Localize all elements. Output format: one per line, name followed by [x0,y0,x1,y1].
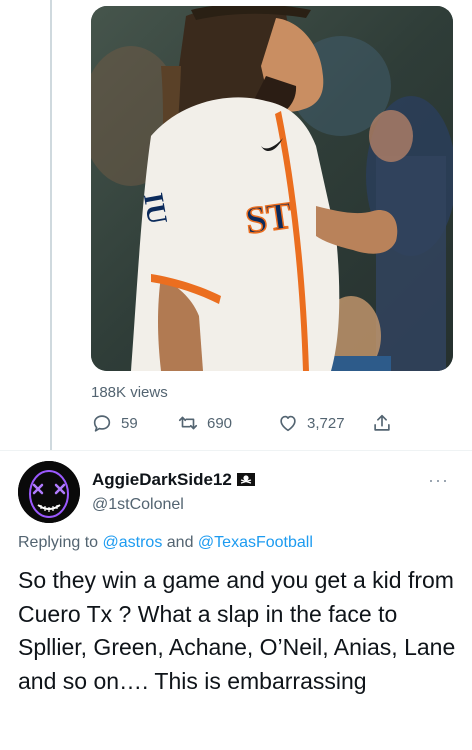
like-button[interactable]: 3,727 [277,412,345,434]
reply-count: 59 [121,414,138,432]
user-handle[interactable]: @1stColonel [92,496,184,514]
video-frame: ST IU [91,6,453,371]
avatar[interactable] [18,461,80,523]
share-upload-icon [374,414,390,431]
replying-prefix: Replying to [18,534,99,551]
mention-astros-link[interactable]: @astros [103,534,163,551]
like-count: 3,727 [307,414,345,432]
tweet-video-media[interactable]: ST IU [91,6,453,371]
replying-to-line: Replying to @astros and @TexasFootball [18,534,313,552]
share-button[interactable] [371,412,393,434]
tweet-divider [0,450,472,451]
thread-connector-line [50,0,52,450]
reply-button[interactable]: 59 [91,412,138,434]
purge-mask-avatar-image [18,461,80,523]
retweet-arrows-icon [178,416,198,430]
heart-outline-icon [280,415,296,432]
display-name[interactable]: AggieDarkSide12 [92,470,232,490]
pirate-flag-icon [236,473,255,486]
view-count: 188K views [91,384,168,401]
retweet-count: 690 [207,414,233,432]
mention-texasfootball-link[interactable]: @TexasFootball [198,534,313,551]
retweet-button[interactable]: 690 [177,412,232,434]
more-dots-icon[interactable]: ··· [428,470,449,491]
and-word: and [166,534,194,551]
author-name-row: AggieDarkSide12 [92,470,256,490]
sleeve-lettering: IU [137,191,173,227]
comment-bubble-icon [93,415,111,432]
reply-tweet-text: So they win a game and you get a kid fro… [18,567,456,694]
jersey-lettering: ST [243,195,295,243]
tweet-action-bar: 59 690 3,727 [91,408,431,442]
